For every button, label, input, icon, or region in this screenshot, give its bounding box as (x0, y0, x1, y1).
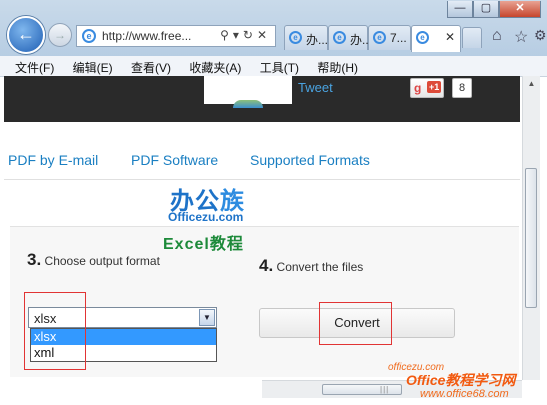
forward-arrow-icon: → (54, 28, 66, 42)
close-window-button[interactable]: ✕ (499, 1, 541, 18)
window-controls: — ▢ ✕ (447, 0, 541, 18)
tab-label: 办... (306, 33, 329, 47)
logo-subtitle: Excel教程 (163, 236, 244, 253)
address-url[interactable]: http://www.free... (102, 29, 191, 43)
ie-logo-icon: e (373, 31, 386, 44)
menu-edit[interactable]: 编辑(E) (73, 56, 113, 76)
ie-logo-icon: e (82, 29, 96, 43)
ie-logo-icon: e (416, 31, 429, 44)
vertical-scrollbar[interactable]: ▲ (522, 76, 540, 380)
tab-close-icon[interactable]: ✕ (445, 30, 455, 44)
step-4-number: 4. (259, 256, 274, 275)
step-4-label: Convert the files (276, 260, 364, 274)
highlight-box-convert (319, 302, 392, 345)
watermark-title: Office教程学习网 (406, 372, 516, 388)
menu-view[interactable]: 查看(V) (131, 56, 171, 76)
nav-supported-formats[interactable]: Supported Formats (250, 152, 370, 168)
nav-pdf-by-email[interactable]: PDF by E-mail (8, 152, 98, 168)
chevron-down-icon[interactable]: ▼ (199, 309, 215, 326)
menu-tools[interactable]: 工具(T) (260, 56, 299, 76)
step-3-number: 3. (27, 250, 42, 269)
step-3-heading: 3. Choose output format (27, 250, 160, 270)
tab-3[interactable]: e 7... (368, 25, 411, 50)
back-button[interactable]: ← (7, 16, 45, 54)
gear-icon[interactable]: ⚙ (534, 27, 547, 44)
home-icon[interactable]: ⌂ (492, 27, 502, 45)
page-bottom-area (0, 380, 262, 405)
watermark-url: www.office68.com (420, 388, 509, 400)
nav-divider (4, 179, 520, 180)
address-tools-icons[interactable]: ⚲▾↻✕ (220, 28, 271, 42)
scroll-up-icon[interactable]: ▲ (523, 76, 540, 92)
ie-logo-icon: e (333, 31, 346, 44)
plus-one-count: 8 (452, 78, 472, 98)
vertical-scroll-thumb[interactable] (525, 168, 537, 308)
google-plus-button[interactable]: g +1 (410, 78, 444, 98)
menu-file[interactable]: 文件(F) (15, 56, 54, 76)
highlight-box-format (24, 292, 86, 370)
forward-button[interactable]: → (48, 23, 72, 47)
site-watermark: officezu.com Office教程学习网 www.office68.co… (388, 360, 547, 405)
new-tab-button[interactable] (462, 27, 482, 48)
tab-active[interactable]: e ✕ (411, 25, 461, 52)
logo-domain: Officezu.com (168, 210, 244, 224)
step-3-label: Choose output format (44, 254, 160, 268)
ie-logo-icon: e (289, 31, 302, 44)
nav-pdf-software[interactable]: PDF Software (131, 152, 218, 168)
star-icon[interactable]: ☆ (514, 27, 528, 47)
step-4-heading: 4. Convert the files (259, 256, 363, 276)
menu-help[interactable]: 帮助(H) (317, 56, 358, 76)
google-plus-icon: g (414, 81, 422, 95)
site-logo: 办公族 Officezu.com Excel教程 (160, 181, 280, 253)
address-bar[interactable]: e http://www.free... ⚲▾↻✕ (76, 25, 276, 47)
plus-one-label: +1 (427, 81, 442, 93)
menu-bar: 文件(F) 编辑(E) 查看(V) 收藏夹(A) 工具(T) 帮助(H) (0, 56, 547, 77)
tweet-link[interactable]: Tweet (298, 80, 333, 95)
tab-1[interactable]: e 办... (284, 25, 328, 50)
maximize-button[interactable]: ▢ (473, 1, 499, 18)
globe-icon (233, 100, 263, 108)
back-arrow-icon: ← (17, 24, 35, 44)
tab-2[interactable]: e 办... (328, 25, 372, 50)
tab-label: 7... (390, 31, 407, 45)
menu-favorites[interactable]: 收藏夹(A) (189, 56, 241, 76)
minimize-button[interactable]: — (447, 1, 473, 18)
